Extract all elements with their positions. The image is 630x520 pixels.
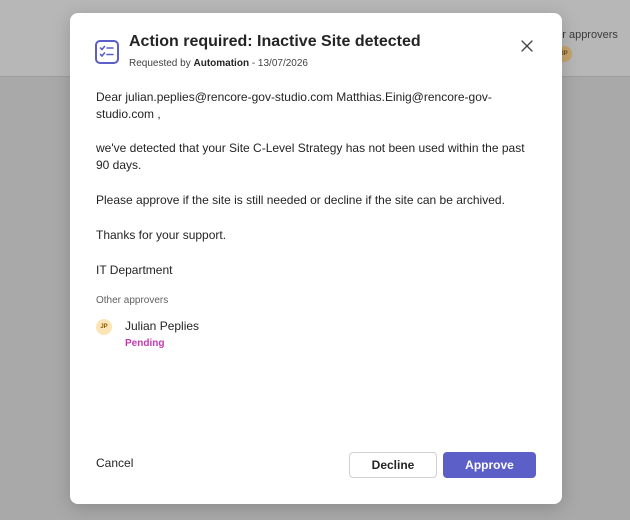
signature-text: IT Department xyxy=(96,263,173,277)
close-icon xyxy=(521,40,533,52)
dialog-title: Action required: Inactive Site detected xyxy=(129,33,421,50)
dialog-body: Dear julian.peplies@rencore-gov-studio.c… xyxy=(96,89,536,279)
greeting-text: Dear julian.peplies@rencore-gov-studio.c… xyxy=(96,90,492,121)
dialog-subtitle: Requested by Automation - 13/07/2026 xyxy=(129,58,308,69)
status-badge: Pending xyxy=(125,338,165,349)
message-text: we've detected that your Site C-Level St… xyxy=(96,141,525,172)
avatar: JP xyxy=(96,319,112,335)
approver-name: Julian Peplies xyxy=(125,319,200,333)
author-name: Automation xyxy=(193,58,250,69)
decline-button[interactable]: Decline xyxy=(349,452,437,478)
other-approvers-label: Other approvers xyxy=(96,295,169,306)
thanks-text: Thanks for your support. xyxy=(96,228,227,242)
task-checklist-icon xyxy=(95,40,119,64)
request-date: - 13/07/2026 xyxy=(249,58,308,69)
request-text: Please approve if the site is still need… xyxy=(96,193,505,207)
requested-by-label: Requested by xyxy=(129,58,191,69)
close-button[interactable] xyxy=(516,35,538,57)
cancel-button[interactable]: Cancel xyxy=(96,456,133,470)
approval-dialog: Action required: Inactive Site detected … xyxy=(70,13,562,504)
approve-button[interactable]: Approve xyxy=(443,452,536,478)
